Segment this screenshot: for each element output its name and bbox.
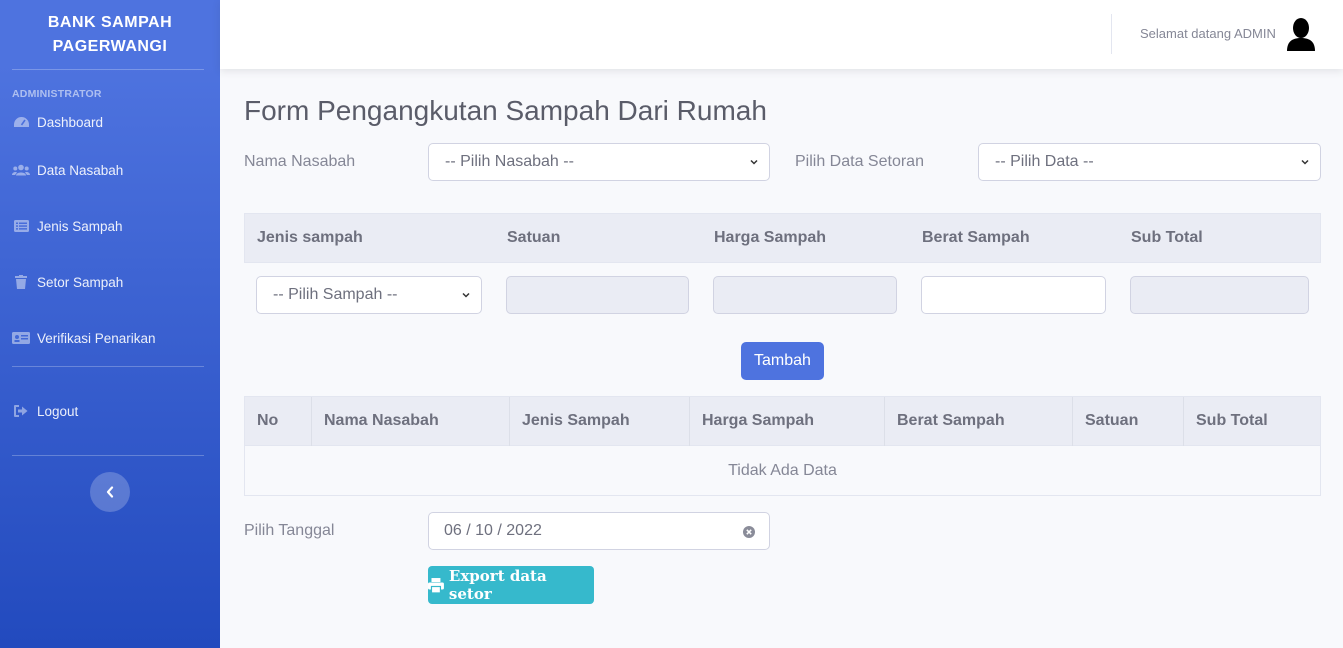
empty-table-message: Tidak Ada Data <box>244 446 1321 496</box>
chevron-down-icon <box>1301 159 1309 165</box>
satuan-field[interactable] <box>506 276 689 314</box>
date-value: 06 / 10 / 2022 <box>444 522 542 539</box>
print-icon <box>428 577 444 593</box>
input-table-header: Jenis sampah Satuan Harga Sampah Berat S… <box>244 213 1321 263</box>
sidebar-item-dashboard[interactable]: Dashboard <box>0 102 220 142</box>
main-content: Form Pengangkutan Sampah Dari Rumah Nama… <box>244 69 1321 647</box>
sidebar-item-setor-sampah[interactable]: Setor Sampah <box>0 254 220 310</box>
column-header: Jenis sampah <box>257 229 363 246</box>
berat-sampah-field[interactable] <box>921 276 1106 314</box>
clear-icon[interactable] <box>743 526 755 538</box>
column-divider <box>884 397 885 447</box>
column-divider <box>1183 397 1184 447</box>
sidebar: BANK SAMPAH PAGERWANGI ADMINISTRATOR Das… <box>0 0 220 648</box>
tambah-button[interactable]: Tambah <box>741 342 824 380</box>
column-header: Satuan <box>507 229 561 246</box>
export-data-setor-button[interactable]: Export data setor <box>428 566 594 604</box>
column-divider <box>1072 397 1073 447</box>
column-header: Sub Total <box>1131 229 1203 246</box>
topbar-divider <box>1111 14 1112 54</box>
chevron-down-icon <box>462 292 470 298</box>
chevron-left-icon <box>106 486 114 498</box>
harga-sampah-field[interactable] <box>713 276 897 314</box>
sidebar-item-label: Setor Sampah <box>37 274 124 290</box>
sidebar-heading: ADMINISTRATOR <box>12 88 102 100</box>
welcome-text[interactable]: Selamat datang ADMIN <box>1140 26 1276 41</box>
page-title: Form Pengangkutan Sampah Dari Rumah <box>244 95 767 126</box>
jenis-sampah-select[interactable]: -- Pilih Sampah -- <box>256 276 482 314</box>
sidebar-item-label: Verifikasi Penarikan <box>37 330 156 346</box>
id-card-icon <box>12 331 30 345</box>
sign-out-icon <box>12 404 30 418</box>
column-header: Nama Nasabah <box>324 412 439 429</box>
column-header: Berat Sampah <box>922 229 1030 246</box>
jenis-sampah-select-value: -- Pilih Sampah -- <box>273 286 398 303</box>
user-silhouette-icon[interactable] <box>1287 17 1315 51</box>
sidebar-item-label: Jenis Sampah <box>37 218 123 234</box>
chevron-down-icon <box>750 159 758 165</box>
sidebar-item-logout[interactable]: Logout <box>0 367 220 455</box>
data-setoran-select-value: -- Pilih Data -- <box>995 153 1094 170</box>
brand-line-2: PAGERWANGI <box>52 37 168 55</box>
list-icon <box>12 219 30 233</box>
data-setoran-label: Pilih Data Setoran <box>795 153 924 170</box>
sidebar-divider <box>12 455 204 456</box>
export-button-label: Export data setor <box>448 567 547 603</box>
column-divider <box>689 397 690 447</box>
column-header: Harga Sampah <box>714 229 827 246</box>
sidebar-item-verifikasi-penarikan[interactable]: Verifikasi Penarikan <box>0 310 220 366</box>
column-header: Satuan <box>1085 412 1139 429</box>
column-header: Berat Sampah <box>897 412 1005 429</box>
topbar: Selamat datang ADMIN <box>220 0 1343 69</box>
sidebar-brand[interactable]: BANK SAMPAH PAGERWANGI <box>0 0 220 69</box>
date-input[interactable]: 06 / 10 / 2022 <box>428 512 770 550</box>
column-divider <box>509 397 510 447</box>
nasabah-select[interactable]: -- Pilih Nasabah -- <box>428 143 770 181</box>
tachometer-icon <box>12 115 30 129</box>
sub-total-field[interactable] <box>1130 276 1309 314</box>
column-divider <box>311 397 312 447</box>
nama-nasabah-label: Nama Nasabah <box>244 153 356 170</box>
users-icon <box>12 163 30 177</box>
column-header: Jenis Sampah <box>522 412 630 429</box>
sidebar-item-label: Logout <box>37 403 79 419</box>
sidebar-item-data-nasabah[interactable]: Data Nasabah <box>0 142 220 198</box>
data-setoran-select[interactable]: -- Pilih Data -- <box>978 143 1321 181</box>
sidebar-item-label: Dashboard <box>37 114 104 130</box>
sidebar-toggle-button[interactable] <box>90 472 130 512</box>
column-header: No <box>257 412 279 429</box>
data-table-header: No Nama Nasabah Jenis Sampah Harga Sampa… <box>244 396 1321 447</box>
nasabah-select-value: -- Pilih Nasabah -- <box>445 153 574 170</box>
trash-icon <box>12 275 30 289</box>
sidebar-item-label: Data Nasabah <box>37 162 124 178</box>
pilih-tanggal-label: Pilih Tanggal <box>244 522 335 539</box>
sidebar-item-jenis-sampah[interactable]: Jenis Sampah <box>0 198 220 254</box>
column-header: Sub Total <box>1196 412 1268 429</box>
brand-line-1: BANK SAMPAH <box>47 13 173 31</box>
column-header: Harga Sampah <box>702 412 815 429</box>
